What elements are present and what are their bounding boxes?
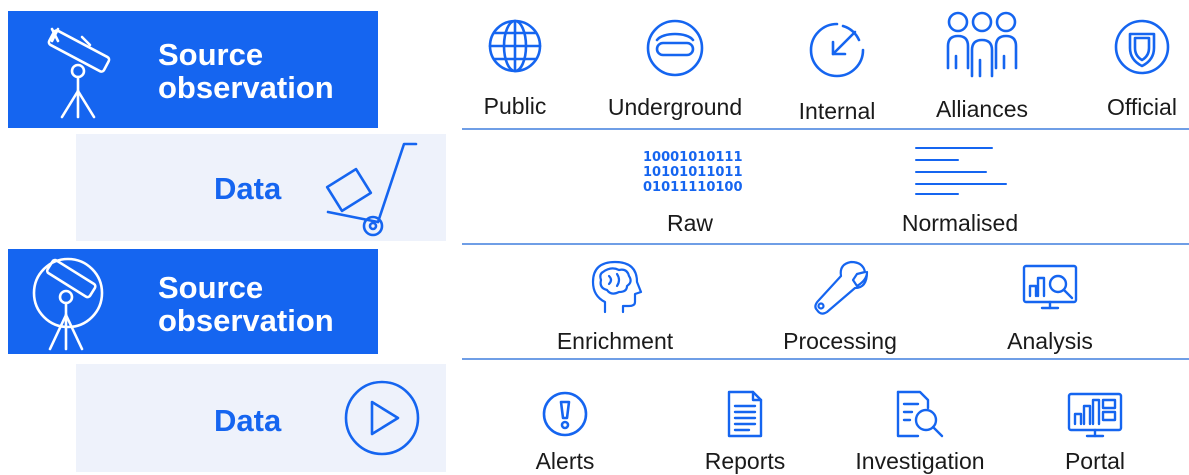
text-lines-icon <box>915 147 1007 195</box>
data-title-1: Data <box>214 171 282 206</box>
source-item-official: Official <box>1095 18 1189 122</box>
binary-icon: 10001010111 10101011011 01011110100 <box>643 150 743 195</box>
source-item-public: Public <box>470 18 560 122</box>
document-search-icon <box>896 390 944 438</box>
source-item-alliances: Alliances <box>922 10 1042 122</box>
source-observation-title-1: Source observation <box>158 37 334 105</box>
divider-1 <box>462 128 1189 130</box>
source-item-underground: Underground <box>590 18 760 122</box>
data-block-2: Data <box>76 364 446 472</box>
source-observation-title-2: Source observation <box>158 270 334 338</box>
data-type-label-normalised: Normalised <box>901 210 1019 236</box>
brain-head-icon <box>591 260 643 314</box>
output-item-reports: Reports <box>690 390 800 474</box>
output-label-investigation: Investigation <box>855 448 985 474</box>
globe-icon <box>488 19 542 73</box>
people-group-icon <box>946 11 1018 78</box>
output-label-portal: Portal <box>1064 448 1126 474</box>
minus-circle-icon <box>646 19 704 77</box>
source-observation-block-2: Source observation <box>8 249 378 354</box>
output-label-reports: Reports <box>704 448 786 474</box>
processing-item-analysis: Analysis <box>990 264 1110 354</box>
processing-label-enrichment: Enrichment <box>556 328 674 354</box>
divider-3 <box>462 358 1189 360</box>
output-item-portal: Portal <box>1040 392 1150 474</box>
source-label-internal: Internal <box>798 98 876 124</box>
shield-icon <box>1114 19 1170 75</box>
divider-2 <box>462 243 1189 245</box>
source-observation-block-1: Source observation <box>8 11 378 128</box>
hand-truck-icon <box>325 142 418 237</box>
processing-item-enrichment: Enrichment <box>545 258 685 354</box>
document-icon <box>727 390 763 438</box>
processing-label-processing: Processing <box>783 328 897 354</box>
output-item-investigation: Investigation <box>840 390 1000 474</box>
data-type-raw: 10001010111 10101011011 01011110100 Raw <box>630 146 750 238</box>
play-circle-icon <box>344 380 420 456</box>
source-label-public: Public <box>483 93 547 119</box>
monitor-chart-icon <box>1067 392 1123 438</box>
data-type-normalised: Normalised <box>880 146 1040 238</box>
exclamation-circle-icon <box>542 391 588 437</box>
output-item-alerts: Alerts <box>520 390 610 474</box>
processing-label-analysis: Analysis <box>1007 328 1093 354</box>
telescope-circle-icon <box>32 257 104 351</box>
processing-item-processing: Processing <box>770 258 910 354</box>
output-label-alerts: Alerts <box>535 448 595 474</box>
source-label-official: Official <box>1107 94 1177 120</box>
source-item-internal: Internal <box>782 20 892 124</box>
internal-arrow-icon <box>809 22 865 78</box>
source-label-alliances: Alliances <box>935 96 1029 122</box>
data-type-label-raw: Raw <box>666 210 713 236</box>
source-label-underground: Underground <box>607 94 743 120</box>
data-block-1: Data <box>76 134 446 241</box>
data-title-2: Data <box>214 403 282 438</box>
monitor-magnifier-icon <box>1022 264 1078 310</box>
wrench-icon <box>814 260 869 315</box>
telescope-icon <box>47 27 111 119</box>
